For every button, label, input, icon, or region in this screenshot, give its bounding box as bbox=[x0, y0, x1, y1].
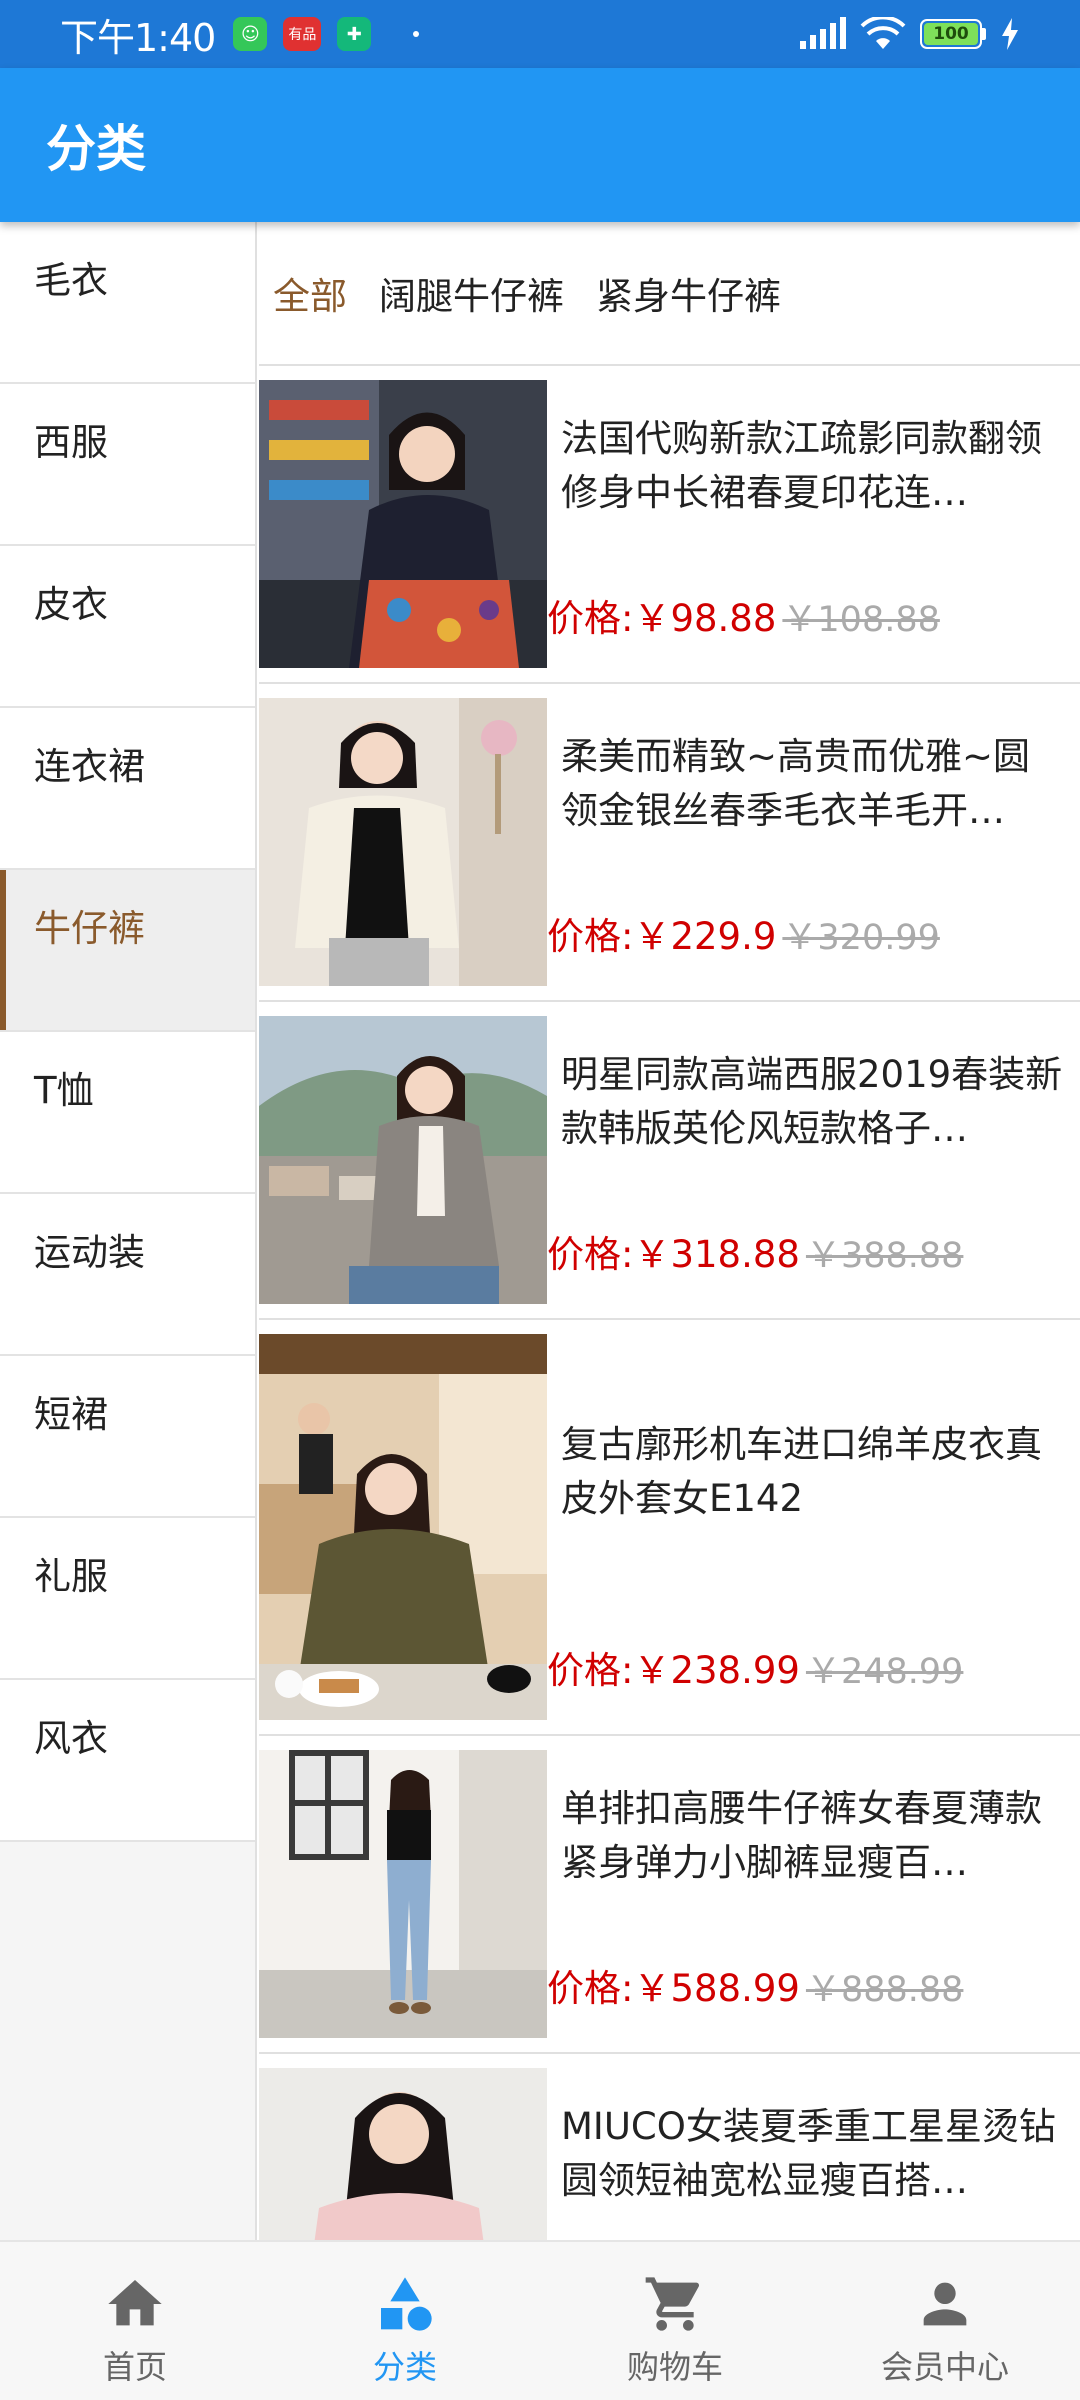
subcategory-bar: 全部 阔腿牛仔裤 紧身牛仔裤 bbox=[259, 222, 1080, 366]
product-title: 单排扣高腰牛仔裤女春夏薄款紧身弹力小脚裤显瘦百… bbox=[561, 1787, 1042, 1884]
product-price: 价格:￥238.99 ￥248.99 bbox=[547, 1640, 1066, 1720]
sidebar-item-trench[interactable]: 风衣 bbox=[0, 1680, 255, 1842]
tab-cart-label: 购物车 bbox=[626, 2348, 723, 2386]
product-content: 全部 阔腿牛仔裤 紧身牛仔裤 法国代购新款江疏影同款翻领修身中长裙春夏印花连… … bbox=[259, 222, 1080, 2240]
product-price: 价格:￥588.99 ￥888.88 bbox=[547, 1958, 1066, 2038]
price-prefix: 价格: bbox=[547, 1967, 634, 2010]
sidebar-item-gown[interactable]: 礼服 bbox=[0, 1518, 255, 1680]
sidebar-item-tshirt[interactable]: T恤 bbox=[0, 1032, 255, 1194]
sidebar-item-sweater[interactable]: 毛衣 bbox=[0, 222, 255, 384]
charging-icon bbox=[1002, 18, 1018, 50]
current-price: ￥588.99 bbox=[633, 1967, 800, 2010]
cart-icon bbox=[645, 2277, 700, 2331]
product-price: 价格:￥98.88 ￥108.88 bbox=[547, 588, 1066, 668]
home-icon bbox=[108, 2280, 162, 2326]
product-image bbox=[259, 1016, 547, 1304]
subcategory-skinny[interactable]: 紧身牛仔裤 bbox=[596, 266, 781, 320]
battery-level: 100 bbox=[924, 23, 978, 45]
price-prefix: 价格: bbox=[547, 597, 634, 640]
product-item[interactable]: 复古廓形机车进口绵羊皮衣真皮外套女E142 价格:￥238.99 ￥248.99 bbox=[259, 1320, 1080, 1736]
wechat-notification-icon: ☺ bbox=[233, 17, 268, 51]
tab-cart[interactable]: 购物车 bbox=[540, 2242, 810, 2400]
original-price: ￥108.88 bbox=[782, 600, 940, 640]
product-price: 价格:￥318.88 ￥388.88 bbox=[547, 1224, 1066, 1304]
product-item[interactable]: MIUCO女装夏季重工星星烫钻圆领短袖宽松显瘦百搭… bbox=[259, 2054, 1080, 2240]
product-title: 法国代购新款江疏影同款翻领修身中长裙春夏印花连… bbox=[561, 417, 1042, 514]
status-time: 下午1:40 bbox=[60, 15, 216, 60]
signal-icon bbox=[800, 17, 846, 49]
product-price: 价格:￥229.9 ￥320.99 bbox=[547, 906, 1066, 986]
category-sidebar: 毛衣 西服 皮衣 连衣裙 牛仔裤 T恤 运动装 短裙 礼服 风衣 bbox=[0, 222, 257, 2240]
product-item[interactable]: 明星同款高端西服2019春装新款韩版英伦风短款格子… 价格:￥318.88 ￥38… bbox=[259, 1002, 1080, 1320]
product-image bbox=[259, 380, 547, 668]
page-title: 分类 bbox=[46, 120, 146, 178]
tab-member-label: 会员中心 bbox=[880, 2348, 1009, 2386]
current-price: ￥98.88 bbox=[633, 597, 777, 640]
status-bar: 下午1:40 ☺ 有品 ✚ 100 bbox=[0, 0, 1080, 68]
more-notifications-dot bbox=[413, 31, 420, 37]
current-price: ￥238.99 bbox=[633, 1649, 800, 1692]
tab-member[interactable]: 会员中心 bbox=[810, 2242, 1080, 2400]
price-prefix: 价格: bbox=[547, 1649, 634, 1692]
subcategory-wide-leg[interactable]: 阔腿牛仔裤 bbox=[379, 266, 564, 320]
tab-home[interactable]: 首页 bbox=[0, 2242, 270, 2400]
bottom-tab-bar: 首页 分类 购物车 会员中心 bbox=[0, 2240, 1080, 2400]
price-prefix: 价格: bbox=[547, 1233, 634, 1276]
sidebar-item-dress[interactable]: 连衣裙 bbox=[0, 708, 255, 870]
product-title: 复古廓形机车进口绵羊皮衣真皮外套女E142 bbox=[561, 1423, 1042, 1520]
sidebar-item-suit[interactable]: 西服 bbox=[0, 384, 255, 546]
subcategory-all[interactable]: 全部 bbox=[273, 266, 347, 320]
wifi-icon bbox=[860, 17, 906, 49]
status-app-icons: ☺ 有品 ✚ bbox=[233, 17, 420, 51]
original-price: ￥888.88 bbox=[805, 1970, 964, 2010]
product-item[interactable]: 单排扣高腰牛仔裤女春夏薄款紧身弹力小脚裤显瘦百… 价格:￥588.99 ￥888.… bbox=[259, 1736, 1080, 2054]
sidebar-item-skirt[interactable]: 短裙 bbox=[0, 1356, 255, 1518]
tab-category[interactable]: 分类 bbox=[270, 2242, 540, 2400]
sidebar-item-jeans[interactable]: 牛仔裤 bbox=[0, 870, 255, 1032]
price-prefix: 价格: bbox=[547, 915, 634, 958]
app-notification-icon: 有品 bbox=[283, 17, 322, 51]
product-image bbox=[259, 698, 547, 986]
tab-home-label: 首页 bbox=[102, 2348, 167, 2386]
tab-category-label: 分类 bbox=[372, 2348, 437, 2386]
battery-indicator: 100 bbox=[920, 19, 986, 49]
original-price: ￥248.99 bbox=[805, 1652, 964, 1692]
category-icon bbox=[381, 2277, 432, 2331]
original-price: ￥320.99 bbox=[782, 918, 940, 958]
product-title: 柔美而精致~高贵而优雅~圆领金银丝春季毛衣羊毛开… bbox=[561, 735, 1031, 832]
sidebar-item-leather[interactable]: 皮衣 bbox=[0, 546, 255, 708]
product-title: MIUCO女装夏季重工星星烫钻圆领短袖宽松显瘦百搭… bbox=[561, 2105, 1056, 2202]
product-item[interactable]: 法国代购新款江疏影同款翻领修身中长裙春夏印花连… 价格:￥98.88 ￥108.8… bbox=[259, 366, 1080, 684]
original-price: ￥388.88 bbox=[805, 1236, 964, 1276]
current-price: ￥318.88 bbox=[633, 1233, 800, 1276]
product-title: 明星同款高端西服2019春装新款韩版英伦风短款格子… bbox=[561, 1053, 1063, 1150]
product-image bbox=[259, 1750, 547, 2038]
person-icon bbox=[923, 2282, 967, 2326]
product-item[interactable]: 柔美而精致~高贵而优雅~圆领金银丝春季毛衣羊毛开… 价格:￥229.9 ￥320.… bbox=[259, 684, 1080, 1002]
product-image bbox=[259, 1334, 547, 1720]
sidebar-item-sportswear[interactable]: 运动装 bbox=[0, 1194, 255, 1356]
security-notification-icon: ✚ bbox=[337, 17, 372, 51]
app-bar: 分类 bbox=[0, 68, 1080, 222]
product-image bbox=[259, 2068, 547, 2240]
current-price: ￥229.9 bbox=[633, 915, 777, 958]
